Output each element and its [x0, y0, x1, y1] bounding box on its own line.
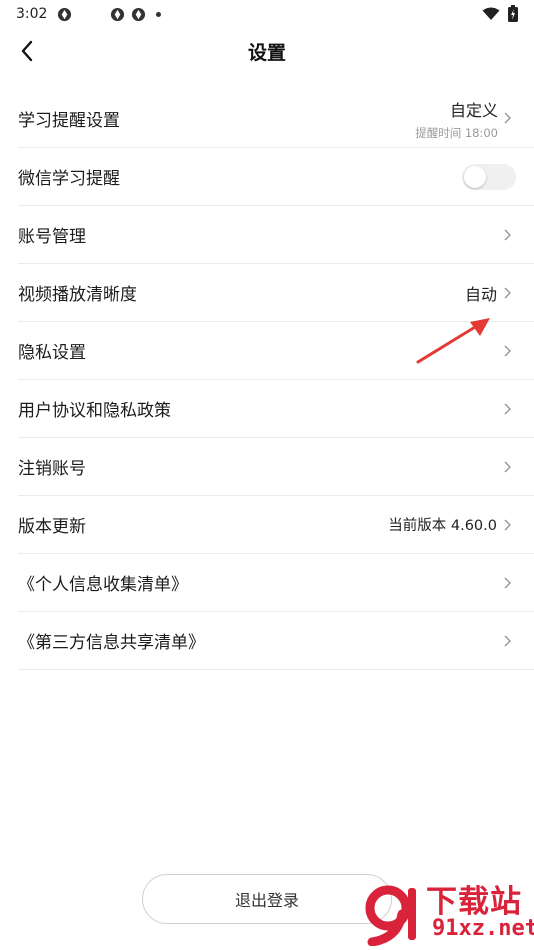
row-label: 《第三方信息共享清单》	[18, 633, 205, 653]
toggle-knob	[464, 166, 486, 188]
app-notification-icon	[111, 7, 125, 21]
chevron-right-icon	[504, 228, 512, 241]
row-third-party-sharing-list[interactable]: 《第三方信息共享清单》	[18, 612, 534, 670]
row-label: 学习提醒设置	[18, 111, 120, 131]
row-label: 视频播放清晰度	[18, 285, 137, 305]
page-title: 设置	[247, 42, 286, 64]
chevron-right-icon	[504, 286, 512, 299]
row-wechat-reminder: 微信学习提醒	[18, 148, 534, 206]
row-label: 注销账号	[18, 459, 86, 479]
chevron-right-icon	[504, 634, 512, 647]
row-study-reminder[interactable]: 学习提醒设置 自定义 提醒时间 18:00	[18, 90, 534, 148]
chevron-right-icon	[504, 518, 512, 531]
row-label: 《个人信息收集清单》	[18, 575, 188, 595]
more-notifications-dot	[156, 11, 162, 17]
chevron-right-icon	[504, 402, 512, 415]
row-label: 用户协议和隐私政策	[18, 401, 171, 421]
wechat-reminder-toggle[interactable]	[462, 164, 516, 190]
status-bar: 3:02	[0, 0, 534, 28]
row-account-management[interactable]: 账号管理	[18, 206, 534, 264]
row-value: 自动	[464, 284, 497, 304]
chevron-right-icon	[504, 460, 512, 473]
row-version-update[interactable]: 版本更新 当前版本 4.60.0	[18, 496, 534, 554]
row-value: 当前版本 4.60.0	[388, 518, 497, 534]
reminder-time: 提醒时间 18:00	[415, 126, 498, 140]
chevron-right-icon	[504, 576, 512, 589]
app-notification-icon	[132, 7, 146, 21]
chevron-right-icon	[504, 112, 512, 124]
status-time: 3:02	[16, 6, 48, 22]
nav-bar: 设置	[0, 28, 534, 74]
row-label: 版本更新	[18, 517, 86, 537]
row-label: 微信学习提醒	[18, 169, 120, 189]
settings-list: 学习提醒设置 自定义 提醒时间 18:00 微信学习提醒 账号管理 视频播放清晰…	[18, 90, 534, 670]
chevron-right-icon	[504, 344, 512, 357]
wifi-icon	[482, 7, 500, 20]
row-user-agreement[interactable]: 用户协议和隐私政策	[18, 380, 534, 438]
notification-icons	[57, 7, 162, 22]
row-cancel-account[interactable]: 注销账号	[18, 438, 534, 496]
row-label: 隐私设置	[18, 343, 86, 363]
app-notification-icon	[58, 7, 72, 21]
battery-icon	[508, 5, 518, 22]
row-label: 账号管理	[18, 227, 86, 247]
watermark-logo-icon	[365, 885, 416, 946]
watermark-title: 下载站	[426, 884, 522, 920]
watermark-domain: 91xz.net	[432, 916, 534, 941]
annotation-arrow-icon	[416, 318, 490, 364]
watermark: 下载站 91xz.net	[354, 872, 534, 950]
row-value: 自定义	[449, 101, 498, 120]
row-personal-info-list[interactable]: 《个人信息收集清单》	[18, 554, 534, 612]
